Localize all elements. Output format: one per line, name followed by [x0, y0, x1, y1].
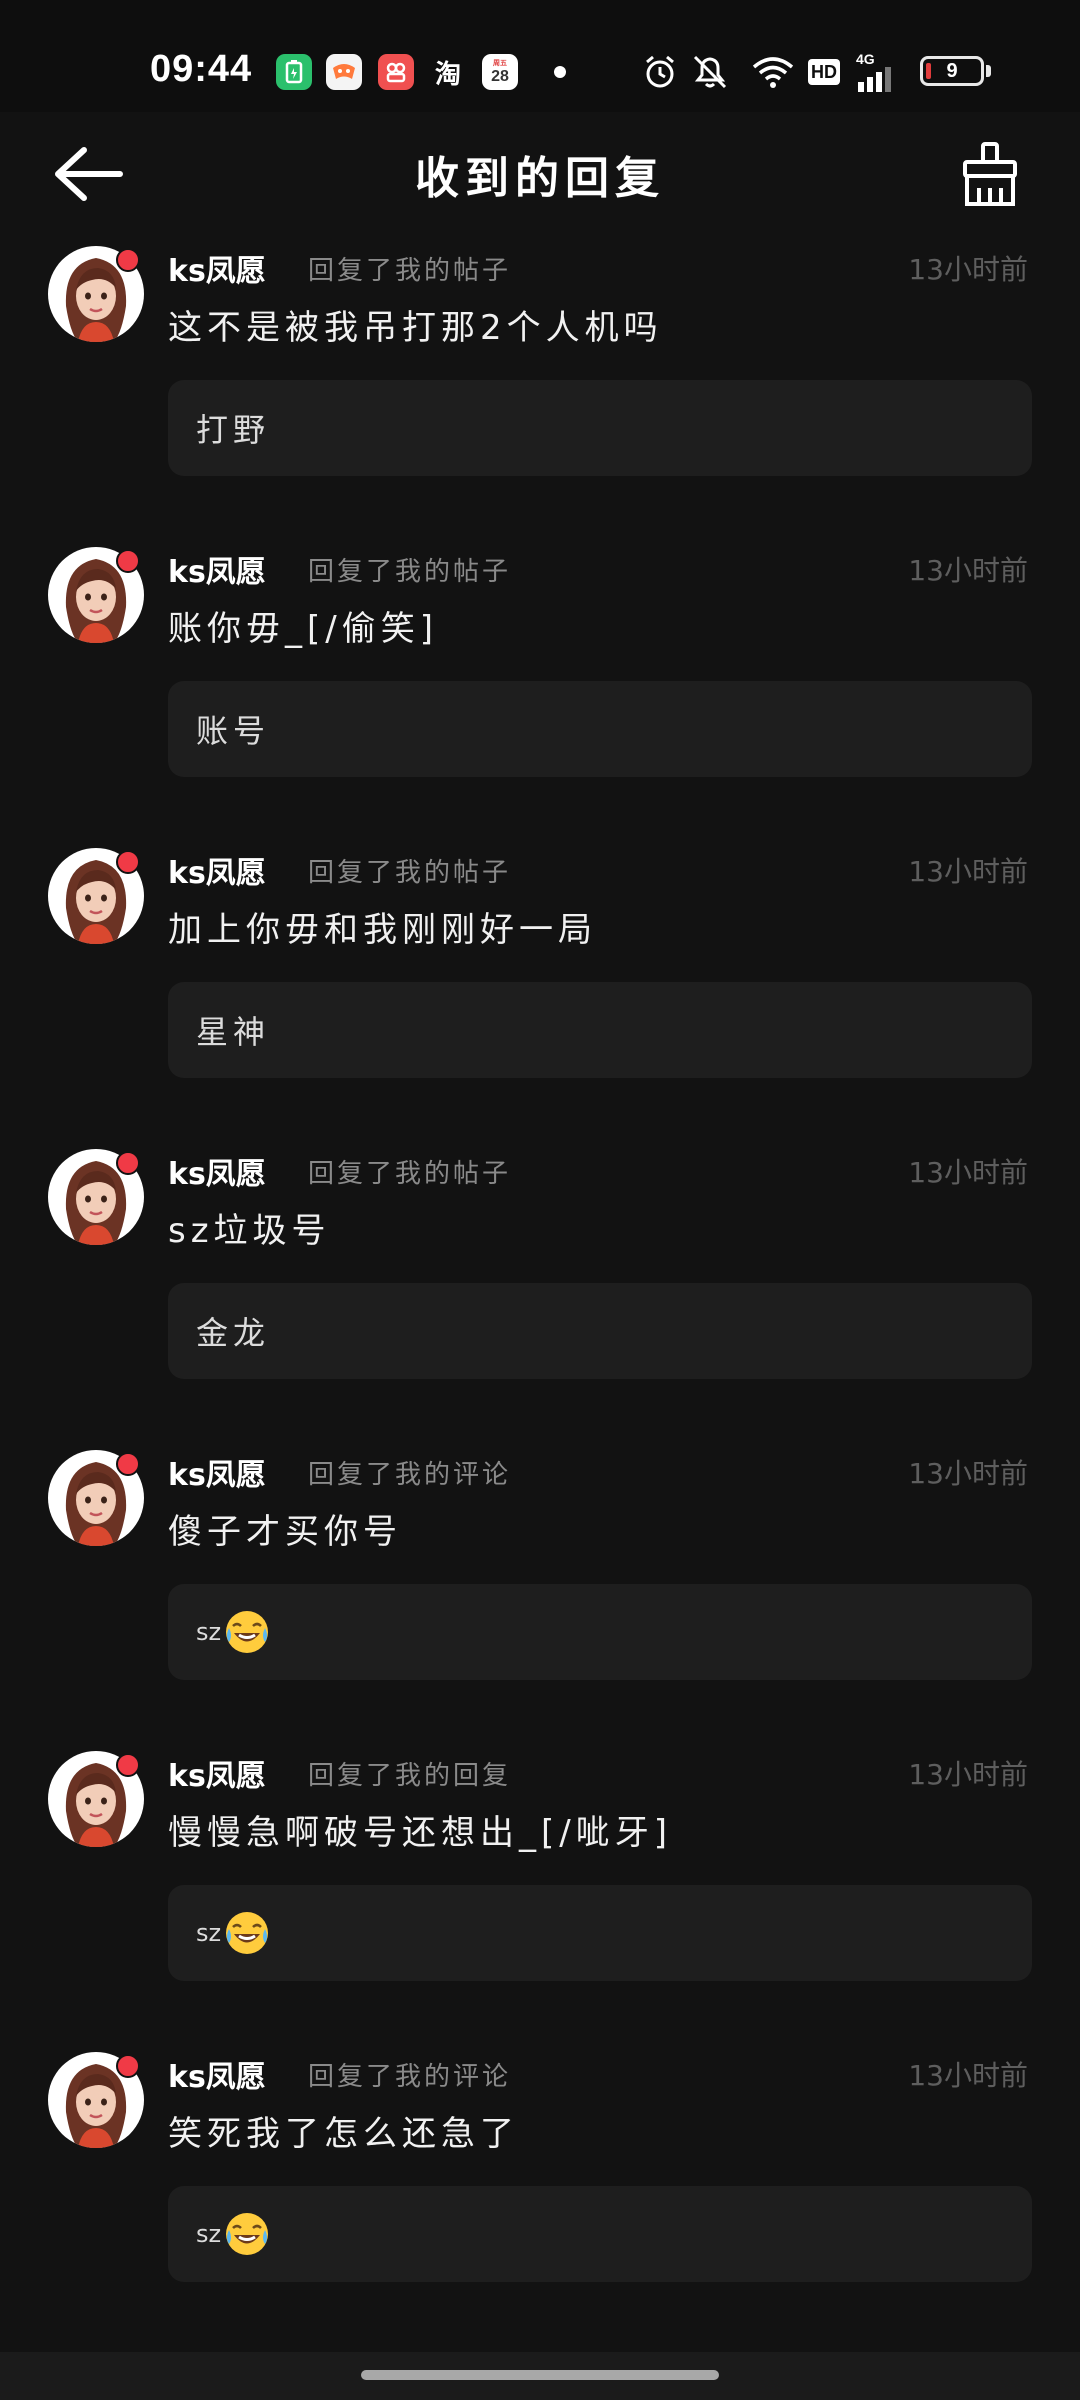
timestamp: 13小时前 — [908, 1758, 1028, 1791]
unread-dot — [116, 248, 140, 272]
reply-item[interactable]: ks凤愿 回复了我的评论 13小时前 傻子才买你号 sz — [0, 1436, 1080, 1706]
reply-item[interactable]: ks凤愿 回复了我的评论 13小时前 笑死我了怎么还急了 sz — [0, 2038, 1080, 2308]
action-text: 回复了我的帖子 — [308, 557, 512, 587]
quoted-content[interactable]: 打野 — [168, 380, 1032, 476]
battery-level: 9 — [946, 59, 958, 82]
reply-text[interactable]: sz垃圾号 — [168, 1203, 331, 1252]
quote-text: 打野 — [196, 411, 271, 449]
home-indicator[interactable] — [361, 2370, 719, 2380]
battery-indicator: 9 — [920, 56, 984, 86]
timestamp: 13小时前 — [908, 1457, 1028, 1490]
reply-item[interactable]: ks凤愿 回复了我的帖子 13小时前 这不是被我吊打那2个人机吗 打野 — [0, 232, 1080, 502]
calendar-app-icon: 周五 28 — [482, 54, 518, 90]
reply-text[interactable]: 笑死我了怎么还急了 — [168, 2106, 519, 2155]
hd-label: HD — [808, 59, 840, 85]
quote-text: sz — [196, 1618, 222, 1646]
alarm-icon — [642, 52, 678, 92]
action-text: 回复了我的帖子 — [308, 858, 512, 888]
unread-dot — [116, 1452, 140, 1476]
unread-dot — [116, 1753, 140, 1777]
clear-button[interactable] — [955, 140, 1025, 210]
screen: 09:44 淘 周五 28 HD 4G 9 收到的回复 ks凤愿 回复了我的帖子… — [0, 0, 1080, 2400]
unread-dot — [116, 1151, 140, 1175]
quoted-content[interactable]: 账号 — [168, 681, 1032, 777]
unread-dot — [116, 2054, 140, 2078]
reply-text[interactable]: 账你毋_[/偷笑] — [168, 601, 438, 650]
username[interactable]: ks凤愿 — [168, 1751, 266, 1795]
reply-text[interactable]: 慢慢急啊破号还想出_[/呲牙] — [168, 1805, 672, 1854]
quote-text: 星神 — [196, 1013, 271, 1051]
broom-icon — [963, 142, 1017, 206]
header: 收到的回复 — [0, 112, 1080, 232]
laughing-tears-emoji-icon — [223, 1608, 271, 1656]
quoted-content[interactable]: 星神 — [168, 982, 1032, 1078]
quote-text: 账号 — [196, 712, 271, 750]
timestamp: 13小时前 — [908, 554, 1028, 587]
quoted-content[interactable]: 金龙 — [168, 1283, 1032, 1379]
battery-cap — [986, 65, 991, 77]
quote-text: 金龙 — [196, 1314, 271, 1352]
reply-item[interactable]: ks凤愿 回复了我的回复 13小时前 慢慢急啊破号还想出_[/呲牙] sz — [0, 1737, 1080, 2007]
reply-text[interactable]: 加上你毋和我刚刚好一局 — [168, 902, 597, 951]
quote-text: sz — [196, 1919, 222, 1947]
shopping-app-icon — [378, 54, 414, 90]
reply-item[interactable]: ks凤愿 回复了我的帖子 13小时前 账你毋_[/偷笑] 账号 — [0, 533, 1080, 803]
username[interactable]: ks凤愿 — [168, 1450, 266, 1494]
mute-icon — [690, 52, 730, 92]
username[interactable]: ks凤愿 — [168, 2052, 266, 2096]
network-type-label: 4G — [856, 51, 875, 67]
notification-dot-icon — [554, 66, 566, 78]
timestamp: 13小时前 — [908, 855, 1028, 888]
timestamp: 13小时前 — [908, 1156, 1028, 1189]
timestamp: 13小时前 — [908, 2059, 1028, 2092]
quoted-content[interactable]: sz — [168, 2186, 1032, 2282]
hd-icon: HD — [808, 52, 840, 92]
reply-text[interactable]: 傻子才买你号 — [168, 1504, 402, 1553]
action-text: 回复了我的帖子 — [308, 256, 512, 286]
game-app-icon — [326, 54, 362, 90]
action-text: 回复了我的评论 — [308, 2062, 512, 2092]
username[interactable]: ks凤愿 — [168, 1149, 266, 1193]
reply-text[interactable]: 这不是被我吊打那2个人机吗 — [168, 300, 663, 349]
unread-dot — [116, 549, 140, 573]
cell-signal-icon: 4G — [856, 52, 896, 92]
action-text: 回复了我的评论 — [308, 1460, 512, 1490]
timestamp: 13小时前 — [908, 253, 1028, 286]
page-title: 收到的回复 — [415, 153, 665, 204]
action-text: 回复了我的帖子 — [308, 1159, 512, 1189]
quoted-content[interactable]: sz — [168, 1885, 1032, 1981]
quote-text: sz — [196, 2220, 222, 2248]
username[interactable]: ks凤愿 — [168, 246, 266, 290]
status-bar: 09:44 淘 周五 28 HD 4G 9 — [0, 0, 1080, 112]
reply-item[interactable]: ks凤愿 回复了我的帖子 13小时前 加上你毋和我刚刚好一局 星神 — [0, 834, 1080, 1104]
username[interactable]: ks凤愿 — [168, 547, 266, 591]
action-text: 回复了我的回复 — [308, 1761, 512, 1791]
status-time: 09:44 — [150, 48, 253, 90]
laughing-tears-emoji-icon — [223, 1909, 271, 1957]
battery-app-icon — [276, 54, 312, 90]
reply-item[interactable]: ks凤愿 回复了我的帖子 13小时前 sz垃圾号 金龙 — [0, 1135, 1080, 1405]
quoted-content[interactable]: sz — [168, 1584, 1032, 1680]
wifi-icon — [752, 52, 794, 92]
username[interactable]: ks凤愿 — [168, 848, 266, 892]
taobao-app-icon: 淘 — [434, 58, 461, 89]
nav-bar — [0, 2352, 1080, 2400]
laughing-tears-emoji-icon — [223, 2210, 271, 2258]
unread-dot — [116, 850, 140, 874]
